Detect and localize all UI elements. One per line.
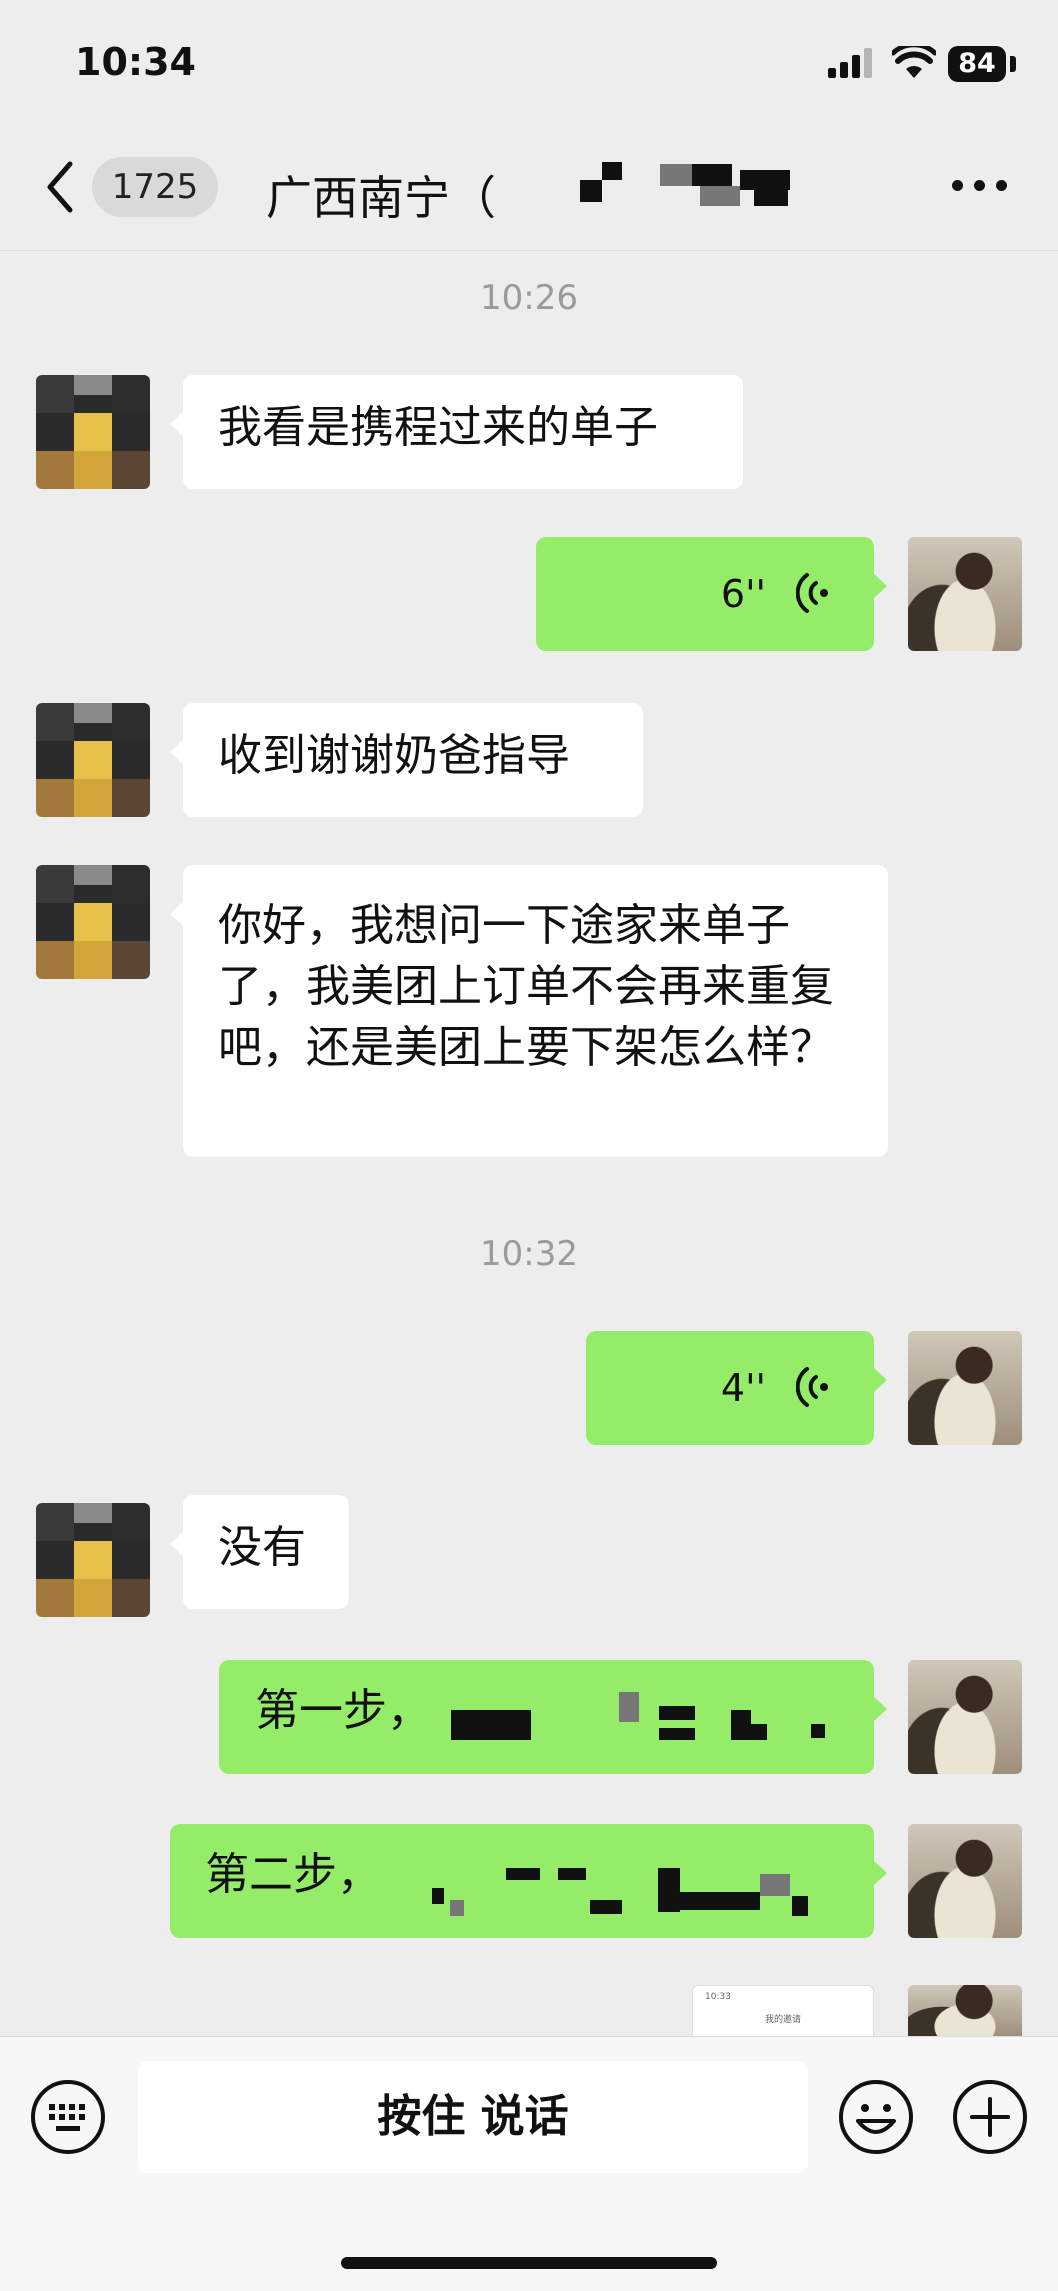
- unread-count-badge[interactable]: 1725: [92, 157, 218, 217]
- incoming-message-bubble[interactable]: 没有: [170, 1495, 349, 1609]
- chat-input-bar: 按住 说话: [0, 2036, 1058, 2291]
- outgoing-voice-message[interactable]: 4'': [586, 1331, 887, 1445]
- contact-avatar[interactable]: [36, 375, 150, 489]
- contact-avatar[interactable]: [36, 1503, 150, 1617]
- plus-icon[interactable]: [952, 2079, 1028, 2155]
- status-bar: 10:34 84: [0, 0, 1058, 130]
- hold-to-talk-button[interactable]: 按住 说话: [138, 2061, 808, 2173]
- chat-header: 1725 广西南宁（: [0, 140, 1058, 251]
- incoming-message-bubble[interactable]: 你好，我想问一下途家来单子了，我美团上订单不会再来重复吧，还是美团上要下架怎么样…: [170, 865, 888, 1157]
- message-text: 没有: [218, 1522, 306, 1573]
- message-timestamp: 10:32: [480, 1234, 578, 1274]
- contact-avatar[interactable]: [36, 703, 150, 817]
- contact-avatar[interactable]: [36, 865, 150, 979]
- chevron-left-icon[interactable]: [44, 160, 74, 214]
- thumbnail-title: 我的邀请: [765, 2015, 802, 2025]
- my-avatar[interactable]: [908, 537, 1022, 651]
- voice-duration: 4'': [720, 1366, 766, 1410]
- status-time: 10:34: [75, 40, 196, 84]
- emoji-icon[interactable]: [838, 2079, 914, 2155]
- voice-duration: 6'': [720, 572, 766, 616]
- my-avatar[interactable]: [908, 1331, 1022, 1445]
- more-dots-icon[interactable]: [952, 180, 1008, 196]
- incoming-message-bubble[interactable]: 收到谢谢奶爸指导: [170, 703, 643, 817]
- my-avatar[interactable]: [908, 1824, 1022, 1938]
- message-text: 收到谢谢奶爸指导: [218, 730, 570, 781]
- outgoing-message-bubble[interactable]: 第一步，: [219, 1660, 887, 1774]
- wifi-icon: [892, 46, 936, 78]
- battery-tip: [1010, 56, 1016, 72]
- message-text: 我看是携程过来的单子: [218, 402, 658, 453]
- keyboard-icon[interactable]: [30, 2079, 106, 2155]
- voice-wave-icon: [796, 1367, 828, 1407]
- battery-icon: 84: [948, 46, 1006, 82]
- message-text: 第一步，: [255, 1685, 431, 1736]
- voice-wave-icon: [796, 573, 828, 613]
- cellular-signal-icon: [828, 48, 872, 78]
- incoming-message-bubble[interactable]: 我看是携程过来的单子: [170, 375, 743, 489]
- message-text: 你好，我想问一下途家来单子了，我美团上订单不会再来重复吧，还是美团上要下架怎么样…: [218, 900, 834, 1073]
- home-indicator: [341, 2257, 717, 2269]
- my-avatar[interactable]: [908, 1985, 1022, 2037]
- my-avatar[interactable]: [908, 1660, 1022, 1774]
- chat-title[interactable]: 广西南宁（: [266, 162, 496, 228]
- thumbnail-time: 10:33: [705, 1992, 731, 2002]
- outgoing-voice-message[interactable]: 6'': [536, 537, 887, 651]
- message-text: 第二步，: [205, 1849, 381, 1900]
- message-timestamp: 10:26: [480, 278, 578, 318]
- outgoing-message-bubble[interactable]: 第二步，: [170, 1824, 887, 1938]
